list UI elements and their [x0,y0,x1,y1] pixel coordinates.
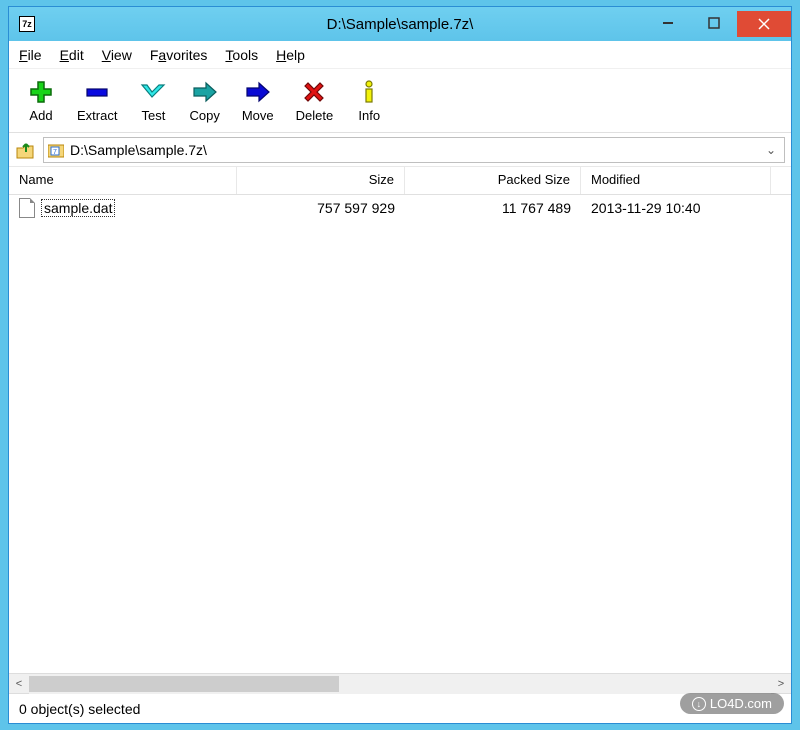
menu-tools[interactable]: Tools [225,47,258,63]
statusbar: 0 object(s) selected [9,693,791,723]
file-name: sample.dat [41,199,115,217]
file-packed: 11 767 489 [405,200,581,216]
minimize-button[interactable] [645,11,691,35]
addressbar: 7 D:\Sample\sample.7z\ ⌄ [9,133,791,167]
close-button[interactable] [737,11,791,37]
watermark: ↓ LO4D.com [680,693,784,714]
close-icon [757,17,771,31]
column-modified[interactable]: Modified [581,167,771,194]
horizontal-scrollbar[interactable]: < > [9,673,791,693]
app-icon: 7z [19,16,35,32]
move-label: Move [242,108,274,123]
column-size[interactable]: Size [237,167,405,194]
file-size: 757 597 929 [237,200,405,216]
address-text: D:\Sample\sample.7z\ [70,142,756,158]
address-input[interactable]: 7 D:\Sample\sample.7z\ ⌄ [43,137,785,163]
svg-text:7: 7 [53,149,57,156]
folder-up-icon [16,140,36,160]
file-icon [19,198,35,218]
window-controls [645,11,791,37]
info-label: Info [358,108,380,123]
menu-edit[interactable]: Edit [60,47,84,63]
watermark-text: LO4D.com [710,696,772,711]
maximize-icon [708,17,720,29]
folder-icon: 7 [48,142,64,158]
info-icon [355,78,383,106]
extract-label: Extract [77,108,117,123]
list-header: Name Size Packed Size Modified [9,167,791,195]
status-text: 0 object(s) selected [19,701,140,717]
copy-label: Copy [189,108,219,123]
list-item[interactable]: sample.dat 757 597 929 11 767 489 2013-1… [9,195,791,221]
column-name[interactable]: Name [9,167,237,194]
add-button[interactable]: Add [17,76,65,125]
move-button[interactable]: Move [232,76,284,125]
menu-file[interactable]: File [19,47,42,63]
check-icon [139,78,167,106]
arrow-right-teal-icon [191,78,219,106]
address-dropdown[interactable]: ⌄ [762,143,780,157]
toolbar: Add Extract Test Copy Move [9,69,791,133]
scroll-right-button[interactable]: > [771,674,791,694]
menu-favorites[interactable]: Favorites [150,47,208,63]
delete-label: Delete [296,108,334,123]
file-modified: 2013-11-29 10:40 [581,200,771,216]
up-button[interactable] [15,139,37,161]
main-window: 7z D:\Sample\sample.7z\ File Edit View F… [8,6,792,724]
scroll-track[interactable] [29,674,771,694]
x-icon [300,78,328,106]
extract-button[interactable]: Extract [67,76,127,125]
scroll-thumb[interactable] [29,676,339,692]
plus-icon [27,78,55,106]
column-packed[interactable]: Packed Size [405,167,581,194]
test-button[interactable]: Test [129,76,177,125]
watermark-icon: ↓ [692,697,706,711]
info-button[interactable]: Info [345,76,393,125]
titlebar: 7z D:\Sample\sample.7z\ [9,7,791,41]
maximize-button[interactable] [691,11,737,35]
file-list[interactable]: sample.dat 757 597 929 11 767 489 2013-1… [9,195,791,673]
arrow-right-blue-icon [244,78,272,106]
menu-help[interactable]: Help [276,47,305,63]
menubar: File Edit View Favorites Tools Help [9,41,791,69]
scroll-left-button[interactable]: < [9,674,29,694]
copy-button[interactable]: Copy [179,76,229,125]
test-label: Test [142,108,166,123]
delete-button[interactable]: Delete [286,76,344,125]
minimize-icon [662,17,674,29]
add-label: Add [29,108,52,123]
minus-icon [83,78,111,106]
menu-view[interactable]: View [102,47,132,63]
